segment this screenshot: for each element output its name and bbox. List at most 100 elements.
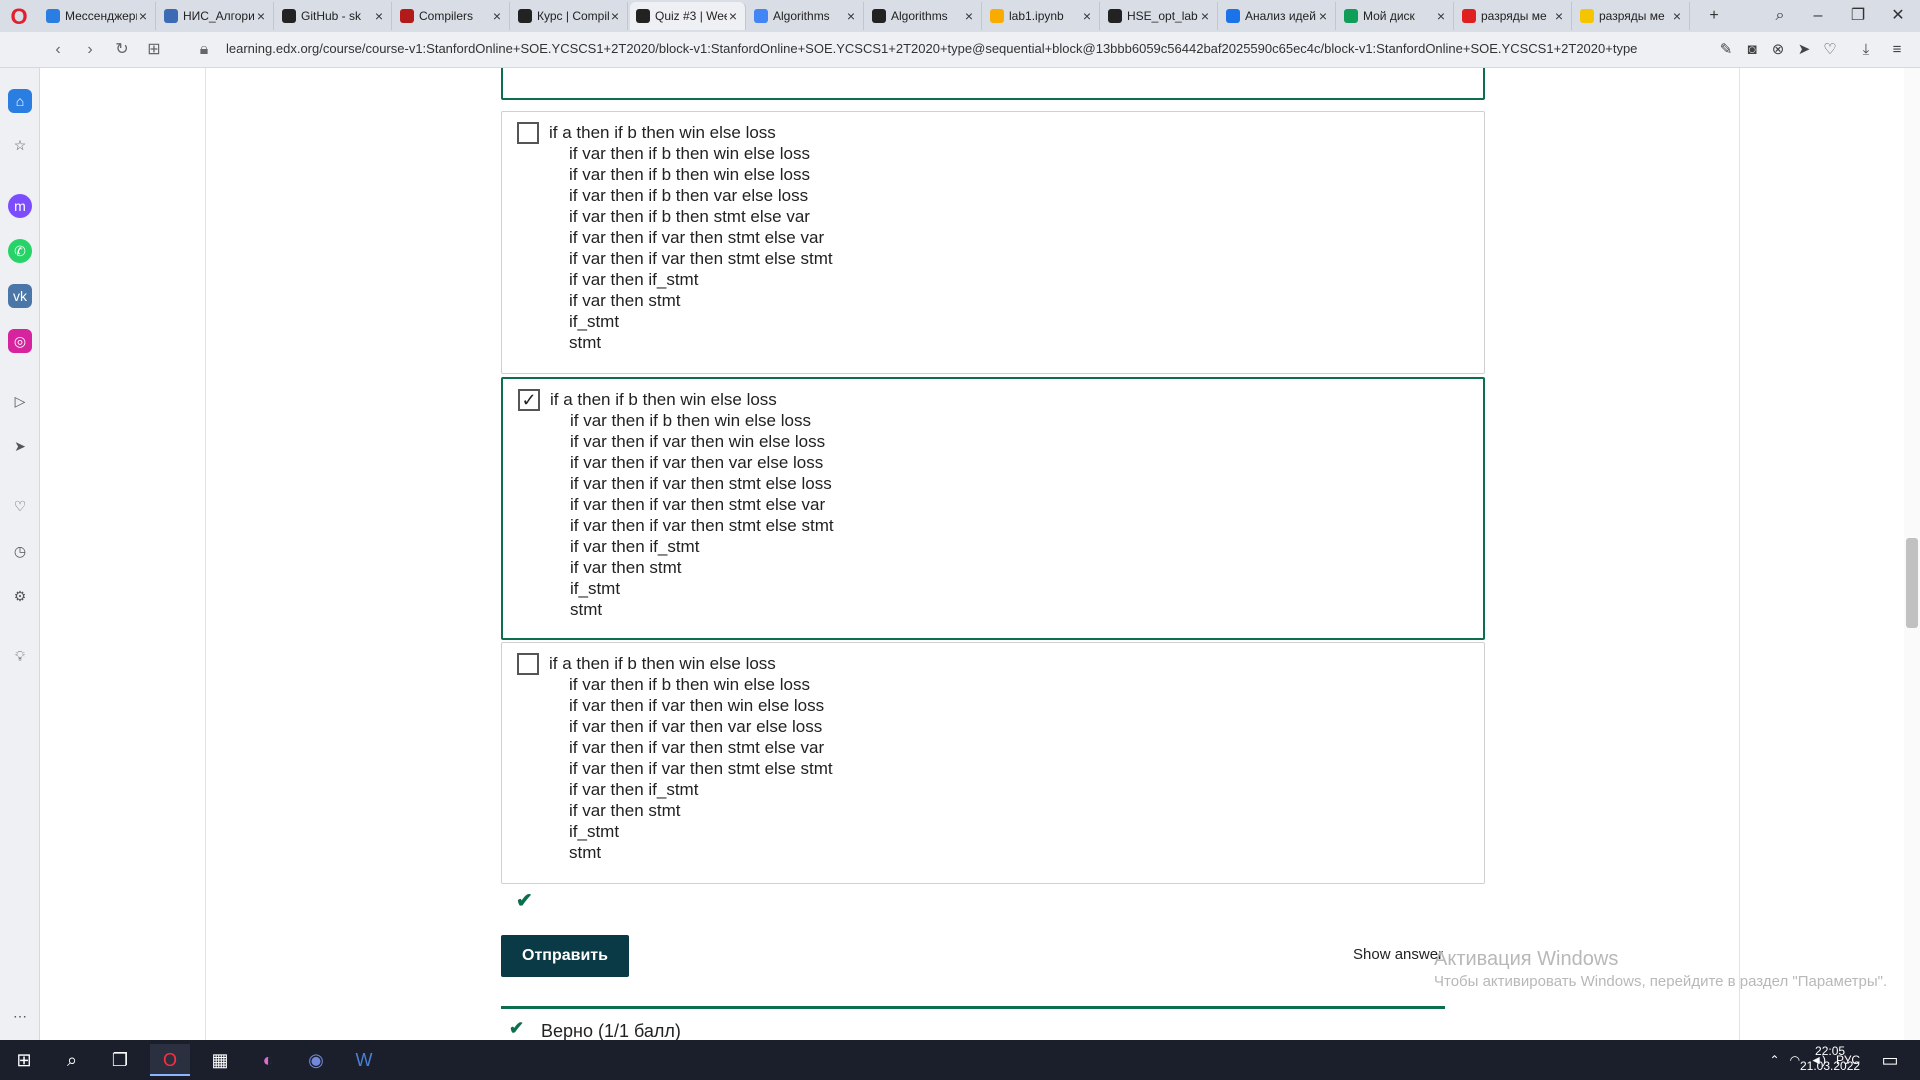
tab-close-icon[interactable]: × [727, 8, 739, 24]
send-sidebar-icon[interactable]: ➤ [8, 434, 32, 458]
search-icon[interactable]: ⌕ [52, 1044, 92, 1076]
menu-icon[interactable]: ≡ [1886, 39, 1908, 61]
tab-favicon-icon [754, 9, 768, 23]
network-icon[interactable]: ◠ [1790, 1053, 1800, 1067]
submit-button[interactable]: Отправить [501, 935, 629, 977]
tab-close-icon[interactable]: × [1671, 8, 1683, 24]
browser-tab[interactable]: Анализ идей × [1220, 2, 1336, 30]
tab-close-icon[interactable]: × [845, 8, 857, 24]
player-icon[interactable]: ▷ [8, 389, 32, 413]
app-taskbar-icon[interactable]: ▦ [200, 1044, 240, 1076]
back-icon[interactable]: ‹ [46, 38, 70, 62]
whatsapp-icon[interactable]: ✆ [8, 239, 32, 263]
opera-logo-icon[interactable]: O [8, 6, 30, 28]
browser-tab[interactable]: Quiz #3 | Week× [630, 2, 746, 30]
heart-sidebar-icon[interactable]: ♡ [8, 494, 32, 518]
close-window-button[interactable]: ✕ [1886, 4, 1910, 28]
tab-close-icon[interactable]: × [609, 8, 621, 24]
lightbulb-icon[interactable]: 💡︎ [8, 644, 32, 668]
url-field[interactable]: learning.edx.org/course/course-v1:Stanfo… [226, 41, 1706, 56]
history-icon[interactable]: ◷ [8, 539, 32, 563]
browser-tab[interactable]: HSE_opt_lab × [1102, 2, 1218, 30]
checkbox-checked[interactable]: ✓ [518, 389, 540, 411]
browser-tab[interactable]: Мессенджеры × [40, 2, 156, 30]
new-tab-button[interactable]: + [1702, 4, 1726, 28]
tab-favicon-icon [518, 9, 532, 23]
windows-start-icon[interactable]: ⊞ [4, 1044, 44, 1076]
browser-tab[interactable]: НИС_Алгоритмы× [158, 2, 274, 30]
answer-option[interactable]: ✓ if a then if b then win else loss if var… [501, 377, 1485, 640]
browser-tab[interactable]: Compilers × [394, 2, 510, 30]
tab-close-icon[interactable]: × [963, 8, 975, 24]
opera-taskbar-icon[interactable]: O [150, 1044, 190, 1076]
notifications-icon[interactable]: ▭ [1870, 1044, 1910, 1076]
browser-tab[interactable]: lab1.ipynb × [984, 2, 1100, 30]
tab-favicon-icon [1226, 9, 1240, 23]
checkbox[interactable] [517, 122, 539, 144]
browser-tab[interactable]: разряды ме × [1574, 2, 1690, 30]
browser-tab[interactable]: Algorithms × [866, 2, 982, 30]
discord-icon[interactable]: ◉ [296, 1044, 336, 1076]
download-icon[interactable]: ⤓ [1855, 39, 1877, 61]
star-icon[interactable]: ☆ [8, 133, 32, 157]
tab-label: Compilers [419, 9, 474, 23]
instagram-icon[interactable]: ◎ [8, 329, 32, 353]
tray-chevron-icon[interactable]: ⌃ [1770, 1053, 1780, 1067]
browser-tab[interactable]: Мой диск × [1338, 2, 1454, 30]
browser-tab[interactable]: GitHub - sk × [276, 2, 392, 30]
scrollbar-thumb[interactable] [1906, 538, 1918, 628]
option-line: if var then if b then var else loss [569, 186, 809, 205]
word-icon[interactable]: W [344, 1044, 384, 1076]
option-line: if var then if b then win else loss [569, 144, 810, 163]
tab-close-icon[interactable]: × [1553, 8, 1565, 24]
search-tabs-icon[interactable]: ⌕ [1768, 4, 1792, 28]
answer-option[interactable]: if a then if b then win else loss if var … [501, 111, 1485, 374]
tab-close-icon[interactable]: × [137, 8, 149, 24]
tab-favicon-icon [872, 9, 886, 23]
tab-close-icon[interactable]: × [255, 8, 267, 24]
option-line: if var then if var then stmt else stmt [570, 516, 834, 535]
task-view-icon[interactable]: ❐ [100, 1044, 140, 1076]
tab-close-icon[interactable]: × [1317, 8, 1329, 24]
option-text: if a then if b then win else loss if var … [550, 389, 834, 620]
edit-icon[interactable]: ✎ [1715, 39, 1737, 61]
minimize-button[interactable]: – [1806, 4, 1830, 28]
tab-label: Мой диск [1363, 9, 1415, 23]
home-icon[interactable]: ⌂ [8, 89, 32, 113]
browser-tab[interactable]: разряды ме × [1456, 2, 1572, 30]
more-icon[interactable]: ⋯ [8, 1004, 32, 1028]
option-line: if var then if var then win else loss [569, 696, 825, 715]
answer-option[interactable]: if a then if b then win else loss if var … [501, 642, 1485, 884]
clock-date: 21.03.2022 [1800, 1059, 1861, 1073]
settings-icon[interactable]: ⚙ [8, 584, 32, 608]
tab-favicon-icon [282, 9, 296, 23]
heart-icon[interactable]: ♡ [1819, 39, 1841, 61]
tab-favicon-icon [636, 9, 650, 23]
forward-icon[interactable]: › [78, 38, 102, 62]
browser-tab[interactable]: Algorithms × [748, 2, 864, 30]
correct-check-icon: ✔ [516, 890, 533, 912]
option-line: stmt [569, 843, 602, 862]
adblock-icon[interactable]: ⊗ [1767, 39, 1789, 61]
option-line: stmt [569, 333, 602, 352]
tab-close-icon[interactable]: × [491, 8, 503, 24]
camera-icon[interactable]: ◙ [1741, 39, 1763, 61]
show-answer-button[interactable]: Show answer [1353, 946, 1443, 963]
send-icon[interactable]: ➤ [1793, 39, 1815, 61]
option-line: if var then stmt [569, 291, 681, 310]
tab-close-icon[interactable]: × [1081, 8, 1093, 24]
tab-close-icon[interactable]: × [373, 8, 385, 24]
paint-app-icon[interactable]: ◐ [248, 1044, 288, 1076]
checkbox[interactable] [517, 653, 539, 675]
tab-close-icon[interactable]: × [1435, 8, 1447, 24]
page-scrollbar[interactable] [1904, 68, 1920, 1040]
speed-dial-icon[interactable]: ⊞ [142, 38, 166, 62]
option-partial-top[interactable]: stmt [501, 68, 1485, 136]
tab-close-icon[interactable]: × [1199, 8, 1211, 24]
reload-icon[interactable]: ↻ [110, 38, 134, 62]
vk-icon[interactable]: vk [8, 284, 32, 308]
clock[interactable]: 22:05 21.03.2022 [1800, 1044, 1860, 1074]
messenger-icon[interactable]: m [8, 194, 32, 218]
restore-button[interactable]: ❐ [1846, 4, 1870, 28]
browser-tab[interactable]: Курс | Compilers× [512, 2, 628, 30]
